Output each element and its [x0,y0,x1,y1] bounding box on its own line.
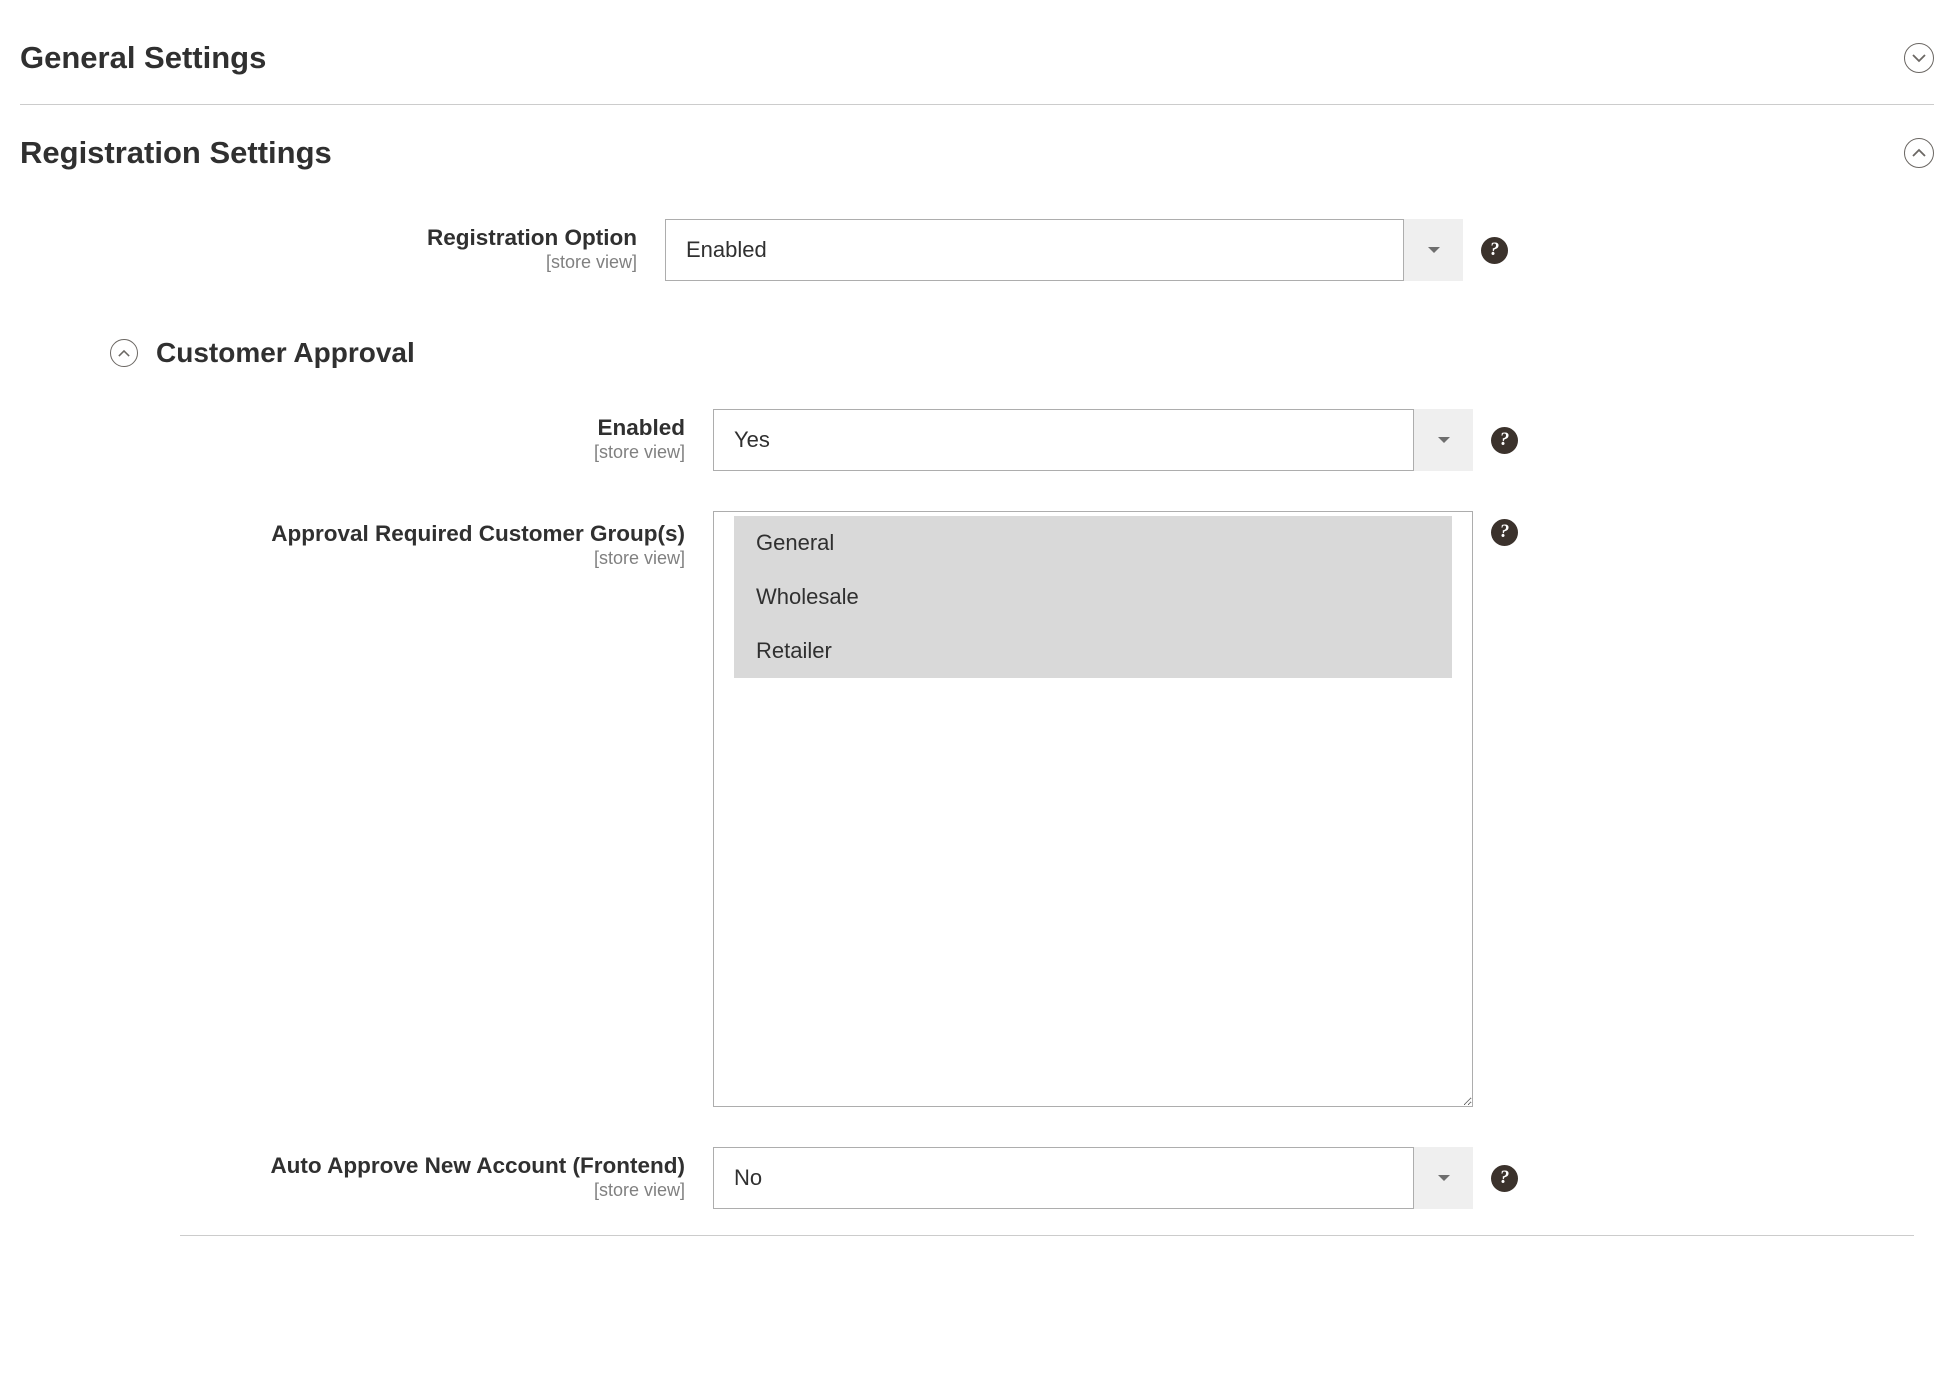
select-registration-option[interactable] [665,219,1463,281]
field-enabled: Enabled [store view] ? [20,409,1934,471]
field-scope: [store view] [20,252,637,273]
label-col: Approval Required Customer Group(s) [sto… [20,511,713,569]
label-col: Enabled [store view] [20,409,713,463]
divider [180,1235,1914,1236]
field-registration-option: Registration Option [store view] ? [20,219,1934,281]
select-auto-approve[interactable] [713,1147,1473,1209]
section-title-general: General Settings [20,40,266,76]
help-icon[interactable]: ? [1491,427,1518,454]
select-enabled-wrap [713,409,1473,471]
field-label: Enabled [20,415,685,441]
label-col: Registration Option [store view] [20,219,665,273]
help-icon[interactable]: ? [1491,519,1518,546]
input-col: General Wholesale Retailer ? [713,511,1518,1107]
section-title-registration: Registration Settings [20,135,332,171]
label-col: Auto Approve New Account (Frontend) [sto… [20,1147,713,1201]
select-auto-approve-wrap [713,1147,1473,1209]
section-header-registration[interactable]: Registration Settings [20,135,1934,199]
multiselect-option-wholesale[interactable]: Wholesale [734,570,1452,624]
field-scope: [store view] [20,548,685,569]
field-label: Approval Required Customer Group(s) [20,521,685,547]
help-icon[interactable]: ? [1491,1165,1518,1192]
chevron-up-icon [1904,138,1934,168]
field-scope: [store view] [20,1180,685,1201]
subsection-title: Customer Approval [156,337,415,369]
subsection-customer-approval: Customer Approval Enabled [store view] ? [20,307,1934,1236]
subsection-header-customer-approval[interactable]: Customer Approval [20,307,1934,409]
input-col: ? [713,409,1518,471]
section-general-settings: General Settings [20,20,1934,115]
divider [20,104,1934,105]
section-registration-settings: Registration Settings Registration Optio… [20,115,1934,1246]
multiselect-customer-groups[interactable]: General Wholesale Retailer [713,511,1473,1107]
multiselect-option-general[interactable]: General [734,516,1452,570]
chevron-down-icon [1904,43,1934,73]
field-auto-approve: Auto Approve New Account (Frontend) [sto… [20,1147,1934,1209]
input-col: ? [713,1147,1518,1209]
select-registration-option-wrap [665,219,1463,281]
section-header-general[interactable]: General Settings [20,40,1934,104]
multiselect-option-retailer[interactable]: Retailer [734,624,1452,678]
field-label: Registration Option [20,225,637,251]
input-col: ? [665,219,1508,281]
help-icon[interactable]: ? [1481,237,1508,264]
field-approval-required-groups: Approval Required Customer Group(s) [sto… [20,511,1934,1107]
select-enabled[interactable] [713,409,1473,471]
field-scope: [store view] [20,442,685,463]
chevron-up-icon [110,339,138,367]
field-label: Auto Approve New Account (Frontend) [20,1153,685,1179]
